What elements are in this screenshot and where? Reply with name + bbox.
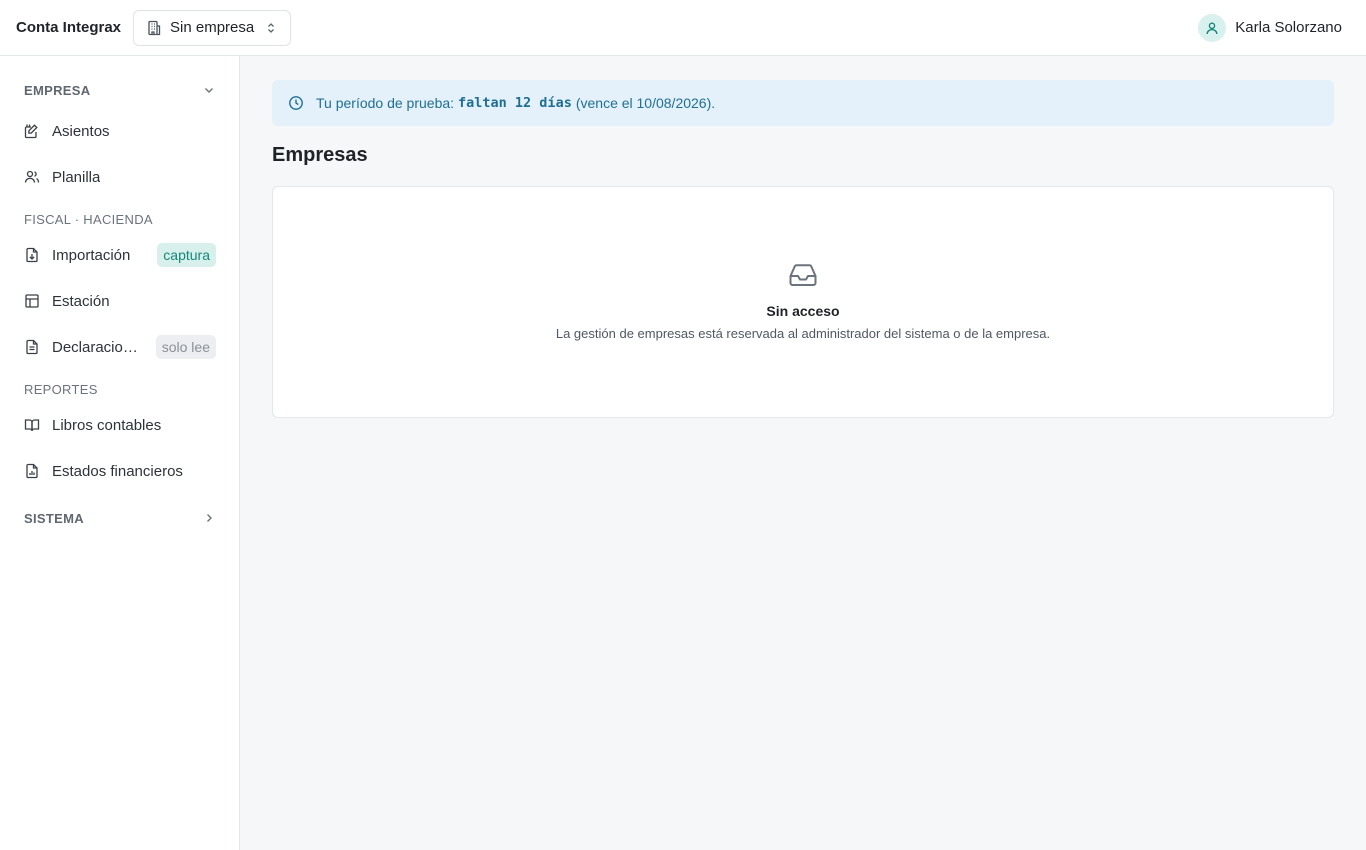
sidebar-item-label: Declaraciones xyxy=(52,338,142,356)
status-badge: solo lee xyxy=(155,335,216,359)
empty-state-description: La gestión de empresas está reservada al… xyxy=(555,326,1051,341)
chevron-right-icon xyxy=(202,511,216,525)
user-icon xyxy=(1206,22,1218,34)
company-selector[interactable]: Sin empresa xyxy=(133,9,292,46)
sidebar-item-label: Asientos xyxy=(52,122,110,140)
sidebar-item-asientos[interactable]: Asientos xyxy=(24,116,216,146)
sidebar-item-planilla[interactable]: Planilla xyxy=(24,162,216,192)
trial-remaining: faltan 12 días xyxy=(458,95,572,111)
sidebar-item-importacion[interactable]: Importación captura xyxy=(24,240,216,270)
page-title: Empresas xyxy=(272,144,368,166)
user-menu[interactable]: Karla Solorzano xyxy=(1198,13,1342,42)
sidebar: EMPRESA Asientos Planilla FISCAL · HACIE… xyxy=(0,56,240,850)
sidebar-item-estacion[interactable]: Estación xyxy=(24,286,216,316)
user-name: Karla Solorzano xyxy=(1235,19,1342,36)
file-chart-icon xyxy=(24,463,40,479)
sidebar-section-label: REPORTES xyxy=(24,381,98,397)
sidebar-item-label: Importación xyxy=(52,246,131,264)
company-selector-value: Sin empresa xyxy=(170,19,255,36)
main-content: Tu período de prueba: faltan 12 días (ve… xyxy=(240,56,1366,850)
sidebar-item-declaraciones[interactable]: Declaraciones solo lee xyxy=(24,332,216,362)
trial-banner: Tu período de prueba: faltan 12 días (ve… xyxy=(272,80,1334,126)
inbox-icon xyxy=(787,259,819,291)
clock-icon xyxy=(288,95,304,111)
chevron-up-down-icon xyxy=(264,21,278,35)
status-badge: captura xyxy=(157,243,216,267)
sidebar-item-label: Libros contables xyxy=(52,416,162,434)
sidebar-item-estados[interactable]: Estados financieros xyxy=(24,456,216,486)
sidebar-item-label: Estación xyxy=(52,292,110,310)
sidebar-section-label: FISCAL · HACIENDA xyxy=(24,211,153,227)
sidebar-item-libros[interactable]: Libros contables xyxy=(24,410,216,440)
empty-state: Sin acceso La gestión de empresas está r… xyxy=(273,259,1333,341)
sidebar-item-label: Estados financieros xyxy=(52,462,183,480)
app-brand: Conta Integrax xyxy=(16,19,122,36)
book-open-icon xyxy=(24,417,40,433)
chevron-down-icon xyxy=(202,83,216,97)
top-bar: Conta Integrax Sin empresa Karla Solorza… xyxy=(0,0,1366,56)
avatar xyxy=(1198,13,1227,42)
file-import-icon xyxy=(24,247,40,263)
file-text-icon xyxy=(24,339,40,355)
sidebar-section-sistema[interactable]: SISTEMA xyxy=(24,508,216,528)
sidebar-section-reportes: REPORTES xyxy=(24,379,216,399)
empty-state-title: Sin acceso xyxy=(766,303,840,319)
edit-note-icon xyxy=(24,123,40,139)
empty-state-card: Sin acceso La gestión de empresas está r… xyxy=(272,186,1334,418)
sidebar-section-label: EMPRESA xyxy=(24,82,91,98)
trial-prefix: Tu período de prueba: xyxy=(316,95,455,111)
users-icon xyxy=(24,169,40,185)
table-icon xyxy=(24,293,40,309)
sidebar-section-label: SISTEMA xyxy=(24,510,84,526)
building-icon xyxy=(146,20,162,36)
sidebar-section-fiscal: FISCAL · HACIENDA xyxy=(24,209,216,229)
sidebar-item-label: Planilla xyxy=(52,168,101,186)
trial-suffix: (vence el 10/08/2026). xyxy=(575,95,716,111)
sidebar-section-empresa[interactable]: EMPRESA xyxy=(24,80,216,100)
